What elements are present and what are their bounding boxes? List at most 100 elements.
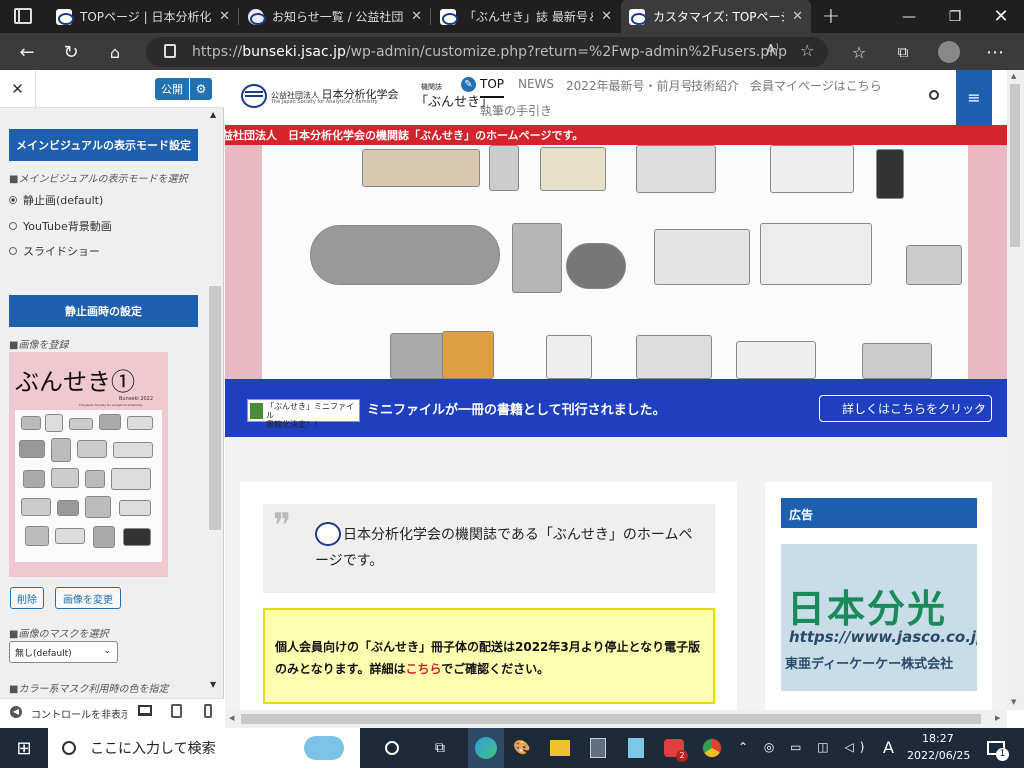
tab-top-page[interactable]: TOPページ | 日本分析化学 ✕ (48, 0, 238, 33)
jsac-logo-icon (56, 8, 74, 25)
clock-date[interactable]: 2022/06/25 (907, 749, 970, 762)
close-icon[interactable]: ✕ (219, 9, 230, 24)
instruments-photo (262, 145, 968, 379)
avatar[interactable] (934, 37, 964, 67)
hide-controls-button[interactable]: コントロールを非表示 (31, 706, 127, 721)
badge-line-1: 「ぶんせき」ミニファイル (266, 402, 354, 420)
back-button[interactable]: ← (12, 37, 42, 67)
menu-icon[interactable]: ⋯ (980, 37, 1010, 67)
thumbnail-photo (15, 410, 162, 562)
mask-select[interactable]: 無し(default) ⌄ (9, 641, 118, 663)
radio-still-image[interactable]: 静止画(default) (9, 192, 103, 208)
nav-news[interactable]: NEWS (518, 77, 554, 91)
add-favorite-icon[interactable]: ☆ (800, 41, 814, 60)
customizer-header: ✕ 公開 ⚙ (0, 70, 224, 108)
hamburger-menu-button[interactable]: ≡ (956, 70, 992, 125)
chrome-icon[interactable] (696, 732, 728, 764)
nav-latest-issue[interactable]: 2022年最新号・前月号 (566, 77, 693, 94)
scroll-up-arrow[interactable]: ▲ (210, 110, 216, 119)
radio-label: スライドショー (23, 245, 100, 258)
tab-news-list[interactable]: お知らせ一覧 / 公益社団 ✕ (240, 0, 430, 33)
scroll-down-arrow[interactable]: ▼ (210, 680, 216, 689)
notepad-icon[interactable] (620, 732, 652, 764)
nav-tech[interactable]: 技術紹介 (691, 77, 739, 94)
notification-icon[interactable] (980, 732, 1012, 764)
section-main-visual[interactable]: メインビジュアルの表示モード設定 (9, 129, 198, 161)
notice-link[interactable]: こちら (405, 662, 441, 676)
quote-block: ❞ 日本分析化学会の機関誌である「ぶんせき」のホームページです。 (263, 504, 715, 593)
vertical-scrollbar[interactable]: ▲ ▼ (1007, 70, 1024, 710)
notification-badge: 1 (996, 748, 1009, 761)
task-view-icon[interactable]: ⧉ (424, 732, 456, 764)
tablet-preview-icon[interactable] (171, 704, 182, 718)
banner-details-button[interactable]: 詳しくはこちらをクリック › (819, 395, 992, 422)
section-still-image[interactable]: 静止画時の設定 (9, 295, 198, 327)
new-tab-button[interactable]: + (808, 0, 854, 33)
radio-icon (9, 247, 17, 255)
site-tagline-bar: 公益社団法人 日本分析化学会の機関誌「ぶんせき」のホームページです。 (225, 125, 1007, 145)
search-icon[interactable] (929, 90, 939, 100)
gear-icon[interactable]: ⚙ (190, 78, 212, 100)
quote-icon: ❞ (273, 506, 292, 546)
minimize-button[interactable]: — (886, 0, 932, 33)
close-icon[interactable]: ✕ (411, 9, 422, 24)
clock-time[interactable]: 18:27 (922, 732, 954, 745)
hide-controls-icon[interactable]: ◀ (10, 706, 22, 718)
maximize-button[interactable]: ❐ (932, 0, 978, 33)
publish-button[interactable]: 公開 (155, 78, 189, 100)
mobile-preview-icon[interactable] (204, 704, 212, 718)
collections-icon[interactable]: ⧉ (888, 37, 918, 67)
ad-heading: 広告 (781, 498, 977, 528)
file-explorer-icon[interactable] (544, 732, 576, 764)
close-icon[interactable]: ✕ (792, 9, 803, 24)
tab-customize[interactable]: カスタマイズ: TOPページ | ✕ (621, 0, 811, 33)
paint-icon[interactable]: 🎨 (506, 732, 538, 764)
taskbar-search-box[interactable]: ここに入力して検索 (48, 728, 360, 768)
tab-title: お知らせ一覧 / 公益社団 (272, 10, 404, 24)
radio-slideshow[interactable]: スライドショー (9, 243, 100, 259)
color-mask-label: ■カラー系マスク利用時の色を指定 (9, 684, 169, 695)
nav-writing-guide[interactable]: 執筆の手引き (480, 102, 552, 119)
delete-image-button[interactable]: 削除 (10, 587, 44, 609)
close-customizer-button[interactable]: ✕ (0, 70, 36, 108)
book-announcement-banner[interactable]: 「ぶんせき」ミニファイル 書籍化決定！！ ミニファイルが一冊の書籍として刊行されま… (225, 379, 1007, 437)
image-thumbnail[interactable]: ぶんせき① Bunseki 2022 The Japan Society for… (9, 352, 168, 577)
jsac-logo-icon (629, 8, 647, 25)
refresh-button[interactable]: ↻ (56, 37, 86, 67)
nav-member-page[interactable]: 会員マイページはこちら (750, 77, 882, 94)
ad-company: 日本分光 (787, 587, 948, 631)
lock-icon[interactable] (164, 44, 176, 58)
tab-bunseki-latest[interactable]: 「ぶんせき」誌 最新号＆ア ✕ (432, 0, 620, 33)
tab-actions-icon[interactable] (14, 8, 32, 24)
edge-icon[interactable] (468, 728, 504, 768)
banner-button-label: 詳しくはこちらをクリック (842, 402, 987, 416)
home-button[interactable]: ⌂ (100, 37, 130, 67)
edit-pencil-icon[interactable]: ✎ (459, 75, 478, 94)
close-window-button[interactable]: ✕ (978, 0, 1024, 33)
panel-scrollbar[interactable] (209, 286, 221, 530)
calculator-icon[interactable] (582, 732, 614, 764)
windows-start-icon[interactable]: ⊞ (8, 732, 40, 764)
change-image-button[interactable]: 画像を変更 (55, 587, 121, 609)
desktop-preview-icon[interactable] (138, 705, 152, 716)
close-icon[interactable]: ✕ (601, 9, 612, 24)
jasco-ad[interactable]: 日本分光 https://www.jasco.co.jp 東亜ディーケーケー株式… (781, 544, 977, 691)
radio-youtube[interactable]: YouTube背景動画 (9, 218, 112, 234)
read-aloud-icon[interactable]: A) (766, 42, 779, 59)
radio-label: 静止画(default) (23, 194, 104, 207)
horizontal-scrollbar[interactable]: ◀ ▶ (225, 710, 1007, 728)
weather-icon (304, 736, 344, 760)
cortana-icon[interactable] (376, 732, 408, 764)
banner-text: ミニファイルが一冊の書籍として刊行されました。 (367, 403, 666, 418)
tray-icons[interactable]: ⌃ ◎ ▭ ◫ ◁) (738, 740, 870, 754)
thumbnail-title: ぶんせき① (15, 368, 135, 396)
nav-top[interactable]: TOP (480, 77, 505, 98)
jsac-logo-icon[interactable] (241, 84, 267, 108)
chat-icon[interactable]: 2 (658, 732, 690, 764)
favorites-icon[interactable]: ☆ (844, 37, 874, 67)
ime-indicator[interactable]: A (883, 738, 894, 757)
mask-label: ■画像のマスクを選択 (9, 629, 109, 640)
customizer-footer: ◀ コントロールを非表示 (0, 698, 224, 728)
customizer-panel: ✕ 公開 ⚙ ▲ メインビジュアルの表示モード設定 ■メインビジュアルの表示モー… (0, 70, 224, 728)
url-field[interactable]: https://bunseki.jsac.jp/wp-admin/customi… (146, 37, 828, 67)
